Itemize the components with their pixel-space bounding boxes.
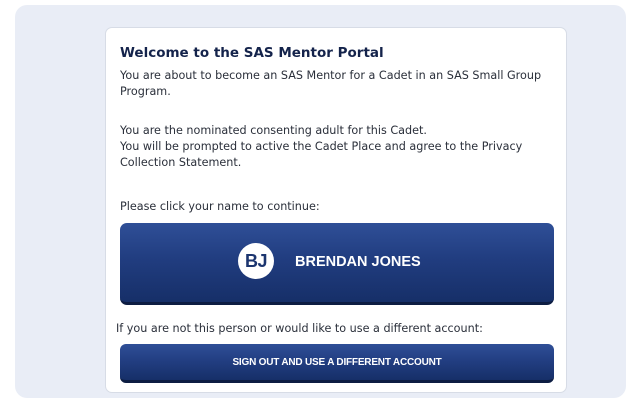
continue-prompt: Please click your name to continue: — [120, 200, 320, 213]
consent-info: You are the nominated consenting adult f… — [120, 123, 550, 171]
page-background-panel: Welcome to the SAS Mentor Portal You are… — [15, 5, 626, 398]
intro-text: You are about to become an SAS Mentor fo… — [120, 69, 542, 98]
different-account-text: If you are not this person or would like… — [116, 322, 483, 335]
avatar: BJ — [238, 243, 274, 279]
sign-out-button-label: SIGN OUT AND USE A DIFFERENT ACCOUNT — [232, 356, 442, 368]
mentor-portal-card: Welcome to the SAS Mentor Portal You are… — [105, 27, 567, 393]
consent-line-2: You will be prompted to active the Cadet… — [120, 140, 523, 169]
page-title: Welcome to the SAS Mentor Portal — [120, 45, 384, 61]
sign-out-button[interactable]: SIGN OUT AND USE A DIFFERENT ACCOUNT — [120, 344, 554, 383]
consent-line-1: You are the nominated consenting adult f… — [120, 124, 427, 137]
user-name-label: BRENDAN JONES — [295, 254, 421, 270]
user-select-button[interactable]: BJ BRENDAN JONES — [120, 223, 554, 305]
